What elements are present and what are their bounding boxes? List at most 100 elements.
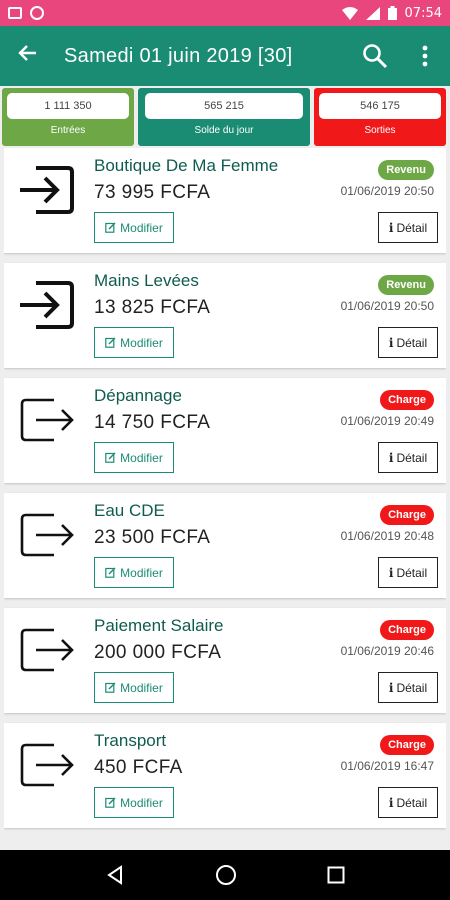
solde-card: 565 215 Solde du jour <box>138 88 310 146</box>
clock: 07:54 <box>404 5 442 21</box>
sorties-value: 546 175 <box>319 93 441 119</box>
modify-button[interactable]: Modifier <box>94 672 174 703</box>
modify-label: Modifier <box>120 795 163 810</box>
expense-arrow-out-icon <box>14 503 78 567</box>
more-vert-icon <box>422 45 428 67</box>
wifi-icon <box>341 6 358 20</box>
app-notification-icon <box>30 6 44 20</box>
transaction-type-badge: Charge <box>380 620 434 640</box>
sorties-label: Sorties <box>364 125 396 136</box>
transaction-name: Transport <box>94 731 167 750</box>
solde-label: Solde du jour <box>194 125 254 136</box>
solde-value: 565 215 <box>144 93 304 119</box>
transaction-name: Eau CDE <box>94 501 165 520</box>
modify-label: Modifier <box>120 680 163 695</box>
sorties-card: 546 175 Sorties <box>314 88 446 146</box>
transaction-amount: 73 995 FCFA <box>94 182 211 203</box>
info-icon: i <box>388 680 394 695</box>
transaction-type-badge: Revenu <box>378 160 434 180</box>
info-icon: i <box>388 565 394 580</box>
edit-icon <box>105 797 116 808</box>
modify-button[interactable]: Modifier <box>94 212 174 243</box>
status-bar: 07:54 <box>0 0 450 26</box>
edit-icon <box>105 337 116 348</box>
info-icon: i <box>388 795 394 810</box>
app-bar: Samedi 01 juin 2019 [30] <box>0 26 450 86</box>
detail-button[interactable]: i Détail <box>378 787 438 818</box>
transaction-amount: 14 750 FCFA <box>94 412 211 433</box>
entrees-label: Entrées <box>50 125 86 136</box>
transaction-name: Boutique De Ma Femme <box>94 156 279 175</box>
transaction-type-badge: Revenu <box>378 275 434 295</box>
modify-button[interactable]: Modifier <box>94 557 174 588</box>
search-button[interactable] <box>350 26 400 86</box>
detail-label: Détail <box>396 220 428 235</box>
transaction-date: 01/06/2019 20:48 <box>340 529 434 543</box>
detail-label: Détail <box>396 680 428 695</box>
modify-label: Modifier <box>120 335 163 350</box>
transaction-card[interactable]: Transport 450 FCFA Charge 01/06/2019 16:47 M… <box>4 723 446 828</box>
detail-button[interactable]: i Détail <box>378 442 438 473</box>
transaction-card[interactable]: Mains Levées 13 825 FCFA Revenu 01/06/2019 … <box>4 263 446 368</box>
transaction-name: Mains Levées <box>94 271 199 290</box>
edit-icon <box>105 567 116 578</box>
modify-button[interactable]: Modifier <box>94 442 174 473</box>
daily-summary: 1 111 350 Entrées 565 215 Solde du jour … <box>0 88 450 146</box>
arrow-left-icon <box>18 45 36 61</box>
transaction-type-badge: Charge <box>380 390 434 410</box>
transaction-date: 01/06/2019 20:50 <box>340 299 434 313</box>
home-nav-icon[interactable] <box>215 864 237 886</box>
transaction-list[interactable]: Boutique De Ma Femme 73 995 FCFA Revenu 01/… <box>4 148 446 850</box>
back-nav-icon[interactable] <box>105 865 125 885</box>
signal-icon <box>365 6 380 20</box>
entrees-card: 1 111 350 Entrées <box>2 88 134 146</box>
overflow-menu-button[interactable] <box>400 26 450 86</box>
income-arrow-in-icon <box>14 273 78 337</box>
image-notification-icon <box>8 7 22 19</box>
transaction-date: 01/06/2019 20:50 <box>340 184 434 198</box>
info-icon: i <box>388 220 394 235</box>
transaction-card[interactable]: Eau CDE 23 500 FCFA Charge 01/06/2019 20:48… <box>4 493 446 598</box>
transaction-type-badge: Charge <box>380 505 434 525</box>
modify-button[interactable]: Modifier <box>94 327 174 358</box>
edit-icon <box>105 452 116 463</box>
detail-button[interactable]: i Détail <box>378 327 438 358</box>
search-icon <box>363 44 388 69</box>
transaction-card[interactable]: Dépannage 14 750 FCFA Charge 01/06/2019 20:… <box>4 378 446 483</box>
modify-label: Modifier <box>120 220 163 235</box>
transaction-date: 01/06/2019 20:49 <box>340 414 434 428</box>
detail-button[interactable]: i Détail <box>378 212 438 243</box>
transaction-amount: 200 000 FCFA <box>94 642 222 663</box>
expense-arrow-out-icon <box>14 733 78 797</box>
transaction-amount: 450 FCFA <box>94 757 183 778</box>
detail-label: Détail <box>396 565 428 580</box>
transaction-name: Dépannage <box>94 386 182 405</box>
modify-label: Modifier <box>120 565 163 580</box>
income-arrow-in-icon <box>14 158 78 222</box>
navigation-bar <box>0 850 450 900</box>
detail-button[interactable]: i Détail <box>378 672 438 703</box>
back-button[interactable] <box>0 26 56 86</box>
recents-nav-icon[interactable] <box>327 866 345 884</box>
edit-icon <box>105 682 116 693</box>
modify-label: Modifier <box>120 450 163 465</box>
detail-label: Détail <box>396 335 428 350</box>
info-icon: i <box>388 450 394 465</box>
edit-icon <box>105 222 116 233</box>
transaction-date: 01/06/2019 16:47 <box>340 759 434 773</box>
transaction-card[interactable]: Paiement Salaire 200 000 FCFA Charge 01/06/… <box>4 608 446 713</box>
modify-button[interactable]: Modifier <box>94 787 174 818</box>
detail-button[interactable]: i Détail <box>378 557 438 588</box>
transaction-type-badge: Charge <box>380 735 434 755</box>
transaction-amount: 23 500 FCFA <box>94 527 211 548</box>
page-title: Samedi 01 juin 2019 [30] <box>64 44 293 67</box>
transaction-card[interactable]: Boutique De Ma Femme 73 995 FCFA Revenu 01/… <box>4 148 446 253</box>
detail-label: Détail <box>396 450 428 465</box>
transaction-name: Paiement Salaire <box>94 616 224 635</box>
battery-icon <box>387 6 397 20</box>
entrees-value: 1 111 350 <box>7 93 129 119</box>
info-icon: i <box>388 335 394 350</box>
expense-arrow-out-icon <box>14 388 78 452</box>
expense-arrow-out-icon <box>14 618 78 682</box>
transaction-amount: 13 825 FCFA <box>94 297 211 318</box>
